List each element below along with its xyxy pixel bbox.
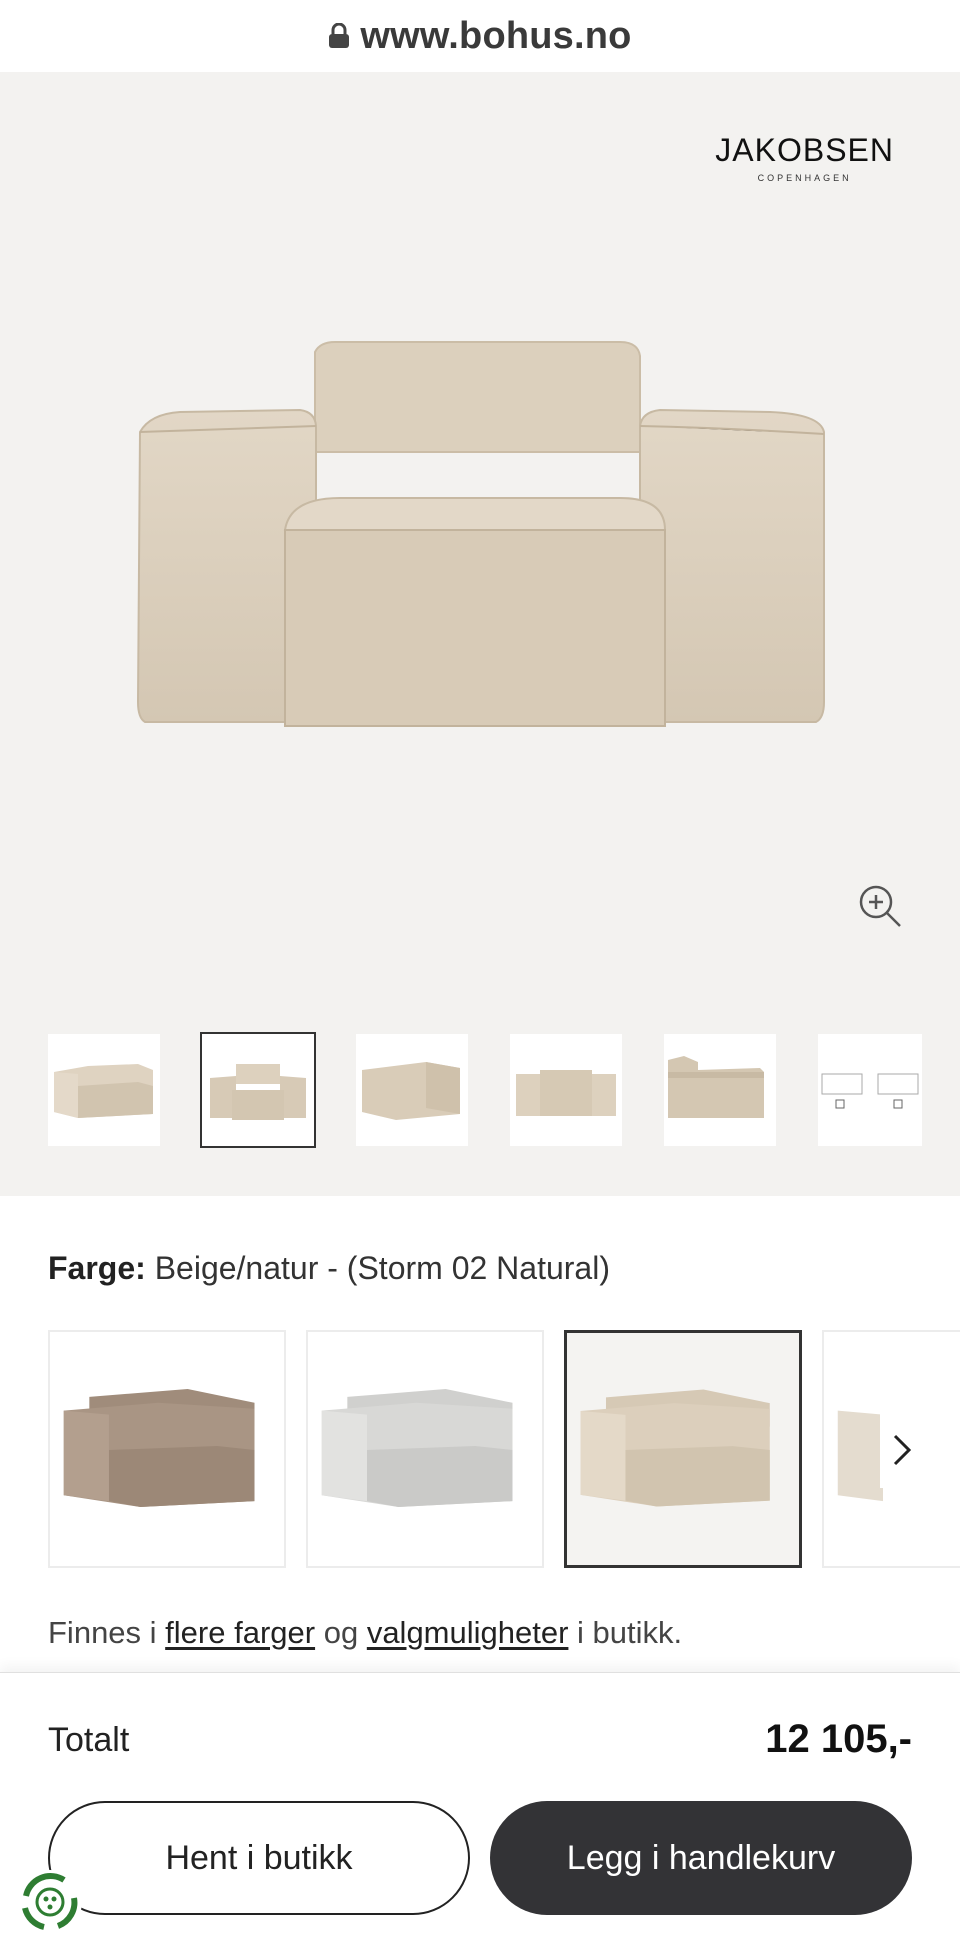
thumbnail-2[interactable]	[200, 1032, 316, 1148]
options-link[interactable]: valgmuligheter	[367, 1615, 569, 1650]
availability-suffix: i butikk.	[577, 1615, 683, 1650]
thumbnail-1[interactable]	[48, 1034, 160, 1146]
swatch-grey[interactable]	[306, 1330, 544, 1568]
color-label: Farge:	[48, 1250, 146, 1286]
swatch-next-button[interactable]	[880, 1412, 926, 1488]
product-gallery: JAKOBSEN COPENHAGEN	[0, 72, 960, 1196]
color-value: Beige/natur - (Storm 02 Natural)	[154, 1250, 610, 1286]
swatch-brown[interactable]	[48, 1330, 286, 1568]
availability-mid: og	[323, 1615, 359, 1650]
more-colors-link[interactable]: flere farger	[165, 1615, 315, 1650]
add-to-cart-button[interactable]: Legg i handlekurv	[490, 1801, 912, 1915]
address-bar[interactable]: www.bohus.no	[0, 0, 960, 72]
pickup-in-store-button[interactable]: Hent i butikk	[48, 1801, 470, 1915]
thumbnail-3[interactable]	[356, 1034, 468, 1146]
color-swatch-list	[48, 1330, 960, 1568]
brand-logo: JAKOBSEN COPENHAGEN	[715, 132, 894, 183]
lock-icon	[329, 23, 350, 48]
color-label-row: Farge: Beige/natur - (Storm 02 Natural)	[48, 1250, 610, 1287]
url-text: www.bohus.no	[360, 14, 632, 57]
checkout-bar: Totalt 12 105,- Hent i butikk Legg i han…	[0, 1672, 960, 1954]
brand-name: JAKOBSEN	[715, 132, 894, 168]
zoom-in-icon[interactable]	[856, 882, 904, 930]
availability-prefix: Finnes i	[48, 1615, 157, 1650]
thumbnail-6[interactable]	[818, 1034, 922, 1146]
product-main-image[interactable]	[120, 322, 840, 752]
swatch-beige[interactable]	[564, 1330, 802, 1568]
thumbnail-5[interactable]	[664, 1034, 776, 1146]
recycle-icon[interactable]	[14, 1866, 86, 1938]
thumbnail-4[interactable]	[510, 1034, 622, 1146]
total-label: Totalt	[48, 1721, 130, 1759]
availability-text: Finnes i flere farger og valgmuligheter …	[48, 1615, 682, 1651]
total-price: 12 105,-	[765, 1717, 912, 1761]
chevron-right-icon	[893, 1434, 912, 1466]
brand-sub: COPENHAGEN	[757, 173, 852, 183]
